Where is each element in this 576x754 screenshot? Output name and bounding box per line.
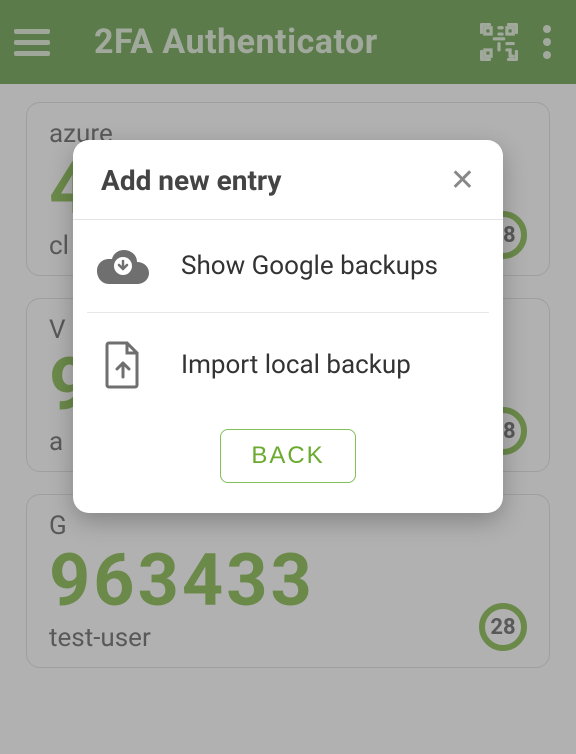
cloud-download-icon <box>95 248 151 284</box>
modal-overlay[interactable]: Add new entry ✕ Show Google backups <box>0 0 576 754</box>
import-local-backup-option[interactable]: Import local backup <box>87 312 489 417</box>
dialog-footer: BACK <box>73 417 503 513</box>
dialog-header: Add new entry ✕ <box>73 140 503 220</box>
dialog-title: Add new entry <box>101 164 282 197</box>
show-google-backups-option[interactable]: Show Google backups <box>73 220 503 312</box>
file-upload-icon <box>95 341 151 389</box>
add-entry-dialog: Add new entry ✕ Show Google backups <box>73 140 503 513</box>
option-label: Import local backup <box>181 349 411 382</box>
option-label: Show Google backups <box>181 250 438 283</box>
back-button[interactable]: BACK <box>220 429 355 483</box>
close-icon[interactable]: ✕ <box>450 166 475 196</box>
